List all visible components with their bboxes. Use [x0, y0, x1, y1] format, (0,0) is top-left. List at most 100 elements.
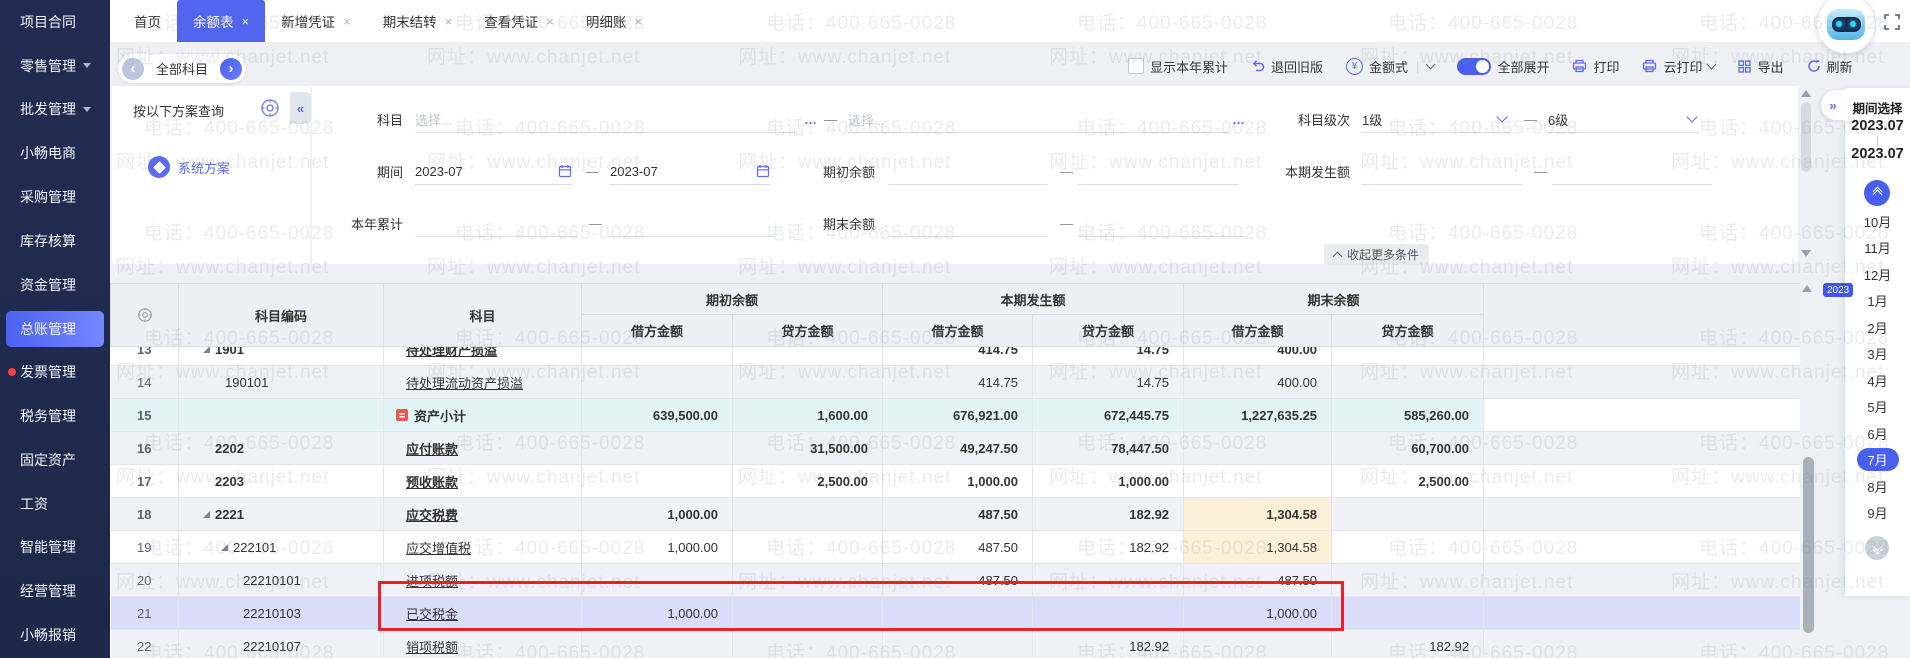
- account-name[interactable]: 销项税额: [406, 637, 458, 656]
- expand-all-toggle-group[interactable]: 全部展开: [1457, 57, 1549, 76]
- gear-icon[interactable]: [260, 98, 280, 118]
- collapse-period-panel-icon[interactable]: »: [1821, 90, 1845, 120]
- month-item-7[interactable]: 4月: [1845, 367, 1910, 394]
- close-icon[interactable]: ×: [242, 15, 250, 28]
- months-scroll-up-icon[interactable]: [1864, 180, 1890, 206]
- month-item-3[interactable]: 12月: [1845, 261, 1910, 288]
- expand-caret-icon[interactable]: [203, 347, 210, 353]
- table-row-13[interactable]: 131901待处理财产损溢414.7514.75400.00: [111, 347, 1801, 366]
- filter-scroll-down-icon[interactable]: [1801, 250, 1811, 257]
- sidebar-item-4[interactable]: 小畅电商: [0, 131, 110, 175]
- chevron-down-icon[interactable]: [1426, 59, 1436, 69]
- opening-from-input[interactable]: [888, 158, 1048, 185]
- sidebar-item-14[interactable]: 经营管理: [0, 569, 110, 613]
- breadcrumb-back-icon[interactable]: ‹: [122, 58, 144, 80]
- subject-from-input[interactable]: 选择...: [415, 106, 797, 133]
- month-item-2[interactable]: 11月: [1845, 235, 1910, 262]
- account-name[interactable]: 已交税金: [406, 604, 458, 623]
- table-settings-gear[interactable]: [111, 284, 179, 347]
- back-old-version-button[interactable]: 退回旧版: [1251, 57, 1323, 76]
- chevron-down-icon[interactable]: [1707, 59, 1717, 69]
- month-item-6[interactable]: 3月: [1845, 341, 1910, 368]
- show-ytd-option[interactable]: 显示本年累计: [1128, 57, 1228, 76]
- tab-3[interactable]: 新增凭证×: [265, 0, 367, 42]
- subject-to-picker-icon[interactable]: …: [1232, 106, 1246, 132]
- show-ytd-checkbox[interactable]: [1128, 58, 1144, 74]
- close-icon[interactable]: ×: [445, 15, 453, 28]
- tab-4[interactable]: 期末结转×: [367, 0, 469, 42]
- table-row-21[interactable]: 2122210103已交税金1,000.001,000.00: [111, 597, 1801, 630]
- expand-caret-icon[interactable]: [221, 544, 228, 551]
- table-row-14[interactable]: 14190101待处理流动资产损溢414.7514.75400.00: [111, 366, 1801, 399]
- month-item-11[interactable]: 8月: [1845, 473, 1910, 500]
- export-button[interactable]: 导出: [1738, 57, 1783, 76]
- month-item-10[interactable]: 7月: [1857, 448, 1899, 471]
- table-row-19[interactable]: 19222101应交增值税1,000.00487.50182.921,304.5…: [111, 531, 1801, 564]
- amount-style-button[interactable]: ¥ 金额式 |: [1346, 57, 1434, 76]
- level-to-select[interactable]: 6级: [1548, 106, 1700, 133]
- ytd-from-input[interactable]: [415, 210, 577, 237]
- close-icon[interactable]: ×: [546, 15, 554, 28]
- close-icon[interactable]: ×: [343, 15, 351, 28]
- month-item-8[interactable]: 5月: [1845, 394, 1910, 421]
- table-row-17[interactable]: 172203预收账款2,500.001,000.001,000.002,500.…: [111, 465, 1801, 498]
- account-name[interactable]: 进项税额: [406, 571, 458, 590]
- period-to-input[interactable]: 2023-07: [610, 158, 770, 185]
- table-scroll-up-icon[interactable]: [1802, 285, 1812, 292]
- subject-to-input[interactable]: 选择...: [848, 106, 1228, 133]
- table-row-16[interactable]: 162202应付账款31,500.0049,247.5078,447.5060,…: [111, 432, 1801, 465]
- month-item-1[interactable]: 10月: [1845, 208, 1910, 235]
- sidebar-item-11[interactable]: 固定资产: [0, 438, 110, 482]
- closing-from-input[interactable]: [888, 210, 1048, 237]
- expand-caret-icon[interactable]: [203, 511, 210, 518]
- sidebar-item-8[interactable]: 总账管理: [6, 311, 104, 347]
- month-item-4[interactable]: 1月: [1845, 288, 1910, 315]
- account-name[interactable]: 预收账款: [406, 472, 458, 491]
- tab-6[interactable]: 明细账×: [570, 0, 658, 42]
- close-icon[interactable]: ×: [634, 15, 642, 28]
- level-from-select[interactable]: 1级: [1362, 106, 1510, 133]
- cloud-print-button[interactable]: 云打印: [1642, 57, 1715, 76]
- account-name[interactable]: 应交增值税: [406, 538, 471, 557]
- table-row-22[interactable]: 2222210107销项税额182.92182.92: [111, 630, 1801, 658]
- tab-1[interactable]: 首页: [118, 0, 177, 42]
- tab-5[interactable]: 查看凭证×: [468, 0, 570, 42]
- sidebar-item-12[interactable]: 工资: [0, 482, 110, 526]
- ytd-to-input[interactable]: [608, 210, 775, 237]
- sidebar-item-5[interactable]: 采购管理: [0, 175, 110, 219]
- sidebar-item-1[interactable]: 项目合同: [0, 0, 110, 44]
- sidebar-item-10[interactable]: 税务管理: [0, 394, 110, 438]
- fullscreen-icon[interactable]: [1884, 14, 1900, 30]
- month-item-9[interactable]: 6月: [1845, 420, 1910, 447]
- tab-2[interactable]: 余额表×: [177, 0, 265, 42]
- collapse-more-conditions-button[interactable]: 收起更多条件: [1324, 244, 1429, 265]
- sidebar-item-3[interactable]: 批发管理: [0, 88, 110, 132]
- sidebar-item-7[interactable]: 资金管理: [0, 263, 110, 307]
- table-row-15[interactable]: 15资产小计639,500.001,600.00676,921.00672,44…: [111, 399, 1801, 432]
- table-row-20[interactable]: 2022210101进项税额487.50487.50: [111, 564, 1801, 597]
- account-name[interactable]: 应付账款: [406, 439, 458, 458]
- sidebar-item-2[interactable]: 零售管理: [0, 44, 110, 88]
- refresh-button[interactable]: 刷新: [1807, 57, 1853, 76]
- table-row-18[interactable]: 182221应交税费1,000.00487.50182.921,304.58: [111, 498, 1801, 531]
- current-to-input[interactable]: [1552, 158, 1712, 185]
- assistant-avatar[interactable]: [1816, 0, 1876, 54]
- filter-scrollbar-thumb[interactable]: [1801, 102, 1811, 172]
- current-from-input[interactable]: [1362, 158, 1522, 185]
- calendar-icon[interactable]: [558, 164, 572, 178]
- account-name[interactable]: 待处理流动资产损溢: [406, 373, 523, 392]
- breadcrumb-forward-icon[interactable]: ›: [220, 58, 242, 80]
- period-from-input[interactable]: 2023-07: [415, 158, 572, 185]
- closing-to-input[interactable]: [1078, 210, 1245, 237]
- account-name[interactable]: 待处理财产损溢: [406, 347, 497, 359]
- collapse-left-panel-icon[interactable]: «: [290, 92, 311, 124]
- scheme-item-system[interactable]: 系统方案: [148, 156, 230, 178]
- filter-scroll-up-icon[interactable]: [1801, 90, 1811, 97]
- months-scroll-down-icon[interactable]: [1865, 536, 1889, 560]
- table-scrollbar-thumb[interactable]: [1803, 457, 1814, 633]
- print-button[interactable]: 打印: [1572, 57, 1619, 76]
- sidebar-item-15[interactable]: 小畅报销: [0, 613, 110, 657]
- month-item-12[interactable]: 9月: [1845, 500, 1910, 527]
- sidebar-item-9[interactable]: 发票管理: [0, 350, 110, 394]
- month-item-5[interactable]: 2月: [1845, 314, 1910, 341]
